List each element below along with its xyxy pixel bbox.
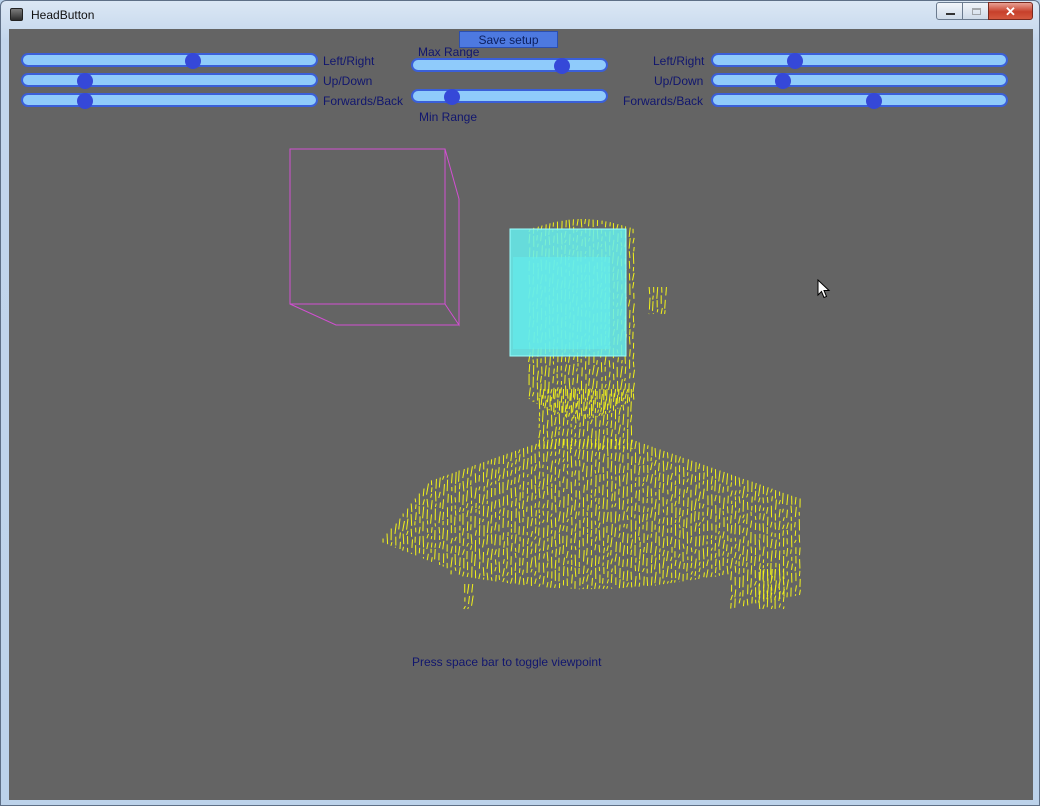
min-range-label: Min Range — [419, 110, 478, 124]
wire-box-side — [444, 148, 460, 327]
right-ud-slider[interactable] — [711, 73, 1008, 89]
close-button[interactable]: ✕ — [988, 2, 1033, 20]
slider-knob[interactable] — [553, 58, 570, 74]
wire-box-front — [289, 148, 446, 305]
wire-box-bottom — [289, 303, 459, 326]
right-lr-label: Left/Right — [653, 54, 705, 68]
viewport-canvas[interactable]: Save setup Left/Right Up/Down Forwards/B… — [9, 29, 1033, 800]
slider-knob[interactable] — [775, 73, 792, 89]
window-title: HeadButton — [31, 8, 95, 22]
app-icon — [10, 8, 23, 21]
head-target-box — [509, 228, 627, 357]
slider-knob[interactable] — [443, 89, 460, 105]
min-range-slider[interactable] — [411, 89, 608, 105]
left-ud-label: Up/Down — [323, 74, 373, 88]
left-fb-slider[interactable] — [21, 93, 318, 109]
window-controls: ✕ — [936, 2, 1033, 21]
mouse-cursor-icon — [817, 279, 831, 299]
maximize-button[interactable] — [962, 2, 989, 20]
title-bar[interactable]: HeadButton ✕ — [1, 1, 1039, 29]
viewpoint-hint: Press space bar to toggle viewpoint — [412, 655, 602, 669]
wire-box — [289, 148, 460, 327]
max-range-slider[interactable] — [411, 58, 608, 74]
right-ud-label: Up/Down — [654, 74, 704, 88]
slider-knob[interactable] — [76, 93, 93, 109]
minimize-icon — [946, 13, 955, 15]
slider-knob[interactable] — [184, 53, 201, 69]
point-cloud-view — [289, 148, 801, 610]
right-lr-slider[interactable] — [711, 53, 1008, 69]
minimize-button[interactable] — [936, 2, 963, 20]
slider-knob[interactable] — [866, 93, 883, 109]
left-lr-label: Left/Right — [323, 54, 375, 68]
left-fb-label: Forwards/Back — [323, 94, 404, 108]
slider-knob[interactable] — [787, 53, 804, 69]
right-fb-slider[interactable] — [711, 93, 1008, 109]
max-range-label: Max Range — [418, 45, 480, 59]
left-lr-slider[interactable] — [21, 53, 318, 69]
left-ud-slider[interactable] — [21, 73, 318, 89]
close-icon: ✕ — [1005, 4, 1016, 19]
slider-knob[interactable] — [76, 73, 93, 89]
right-fb-label: Forwards/Back — [623, 94, 704, 108]
maximize-icon — [972, 8, 981, 15]
app-window: HeadButton ✕ Save setup Left/Right Up/Do… — [0, 0, 1040, 806]
head-box-front — [509, 228, 627, 357]
